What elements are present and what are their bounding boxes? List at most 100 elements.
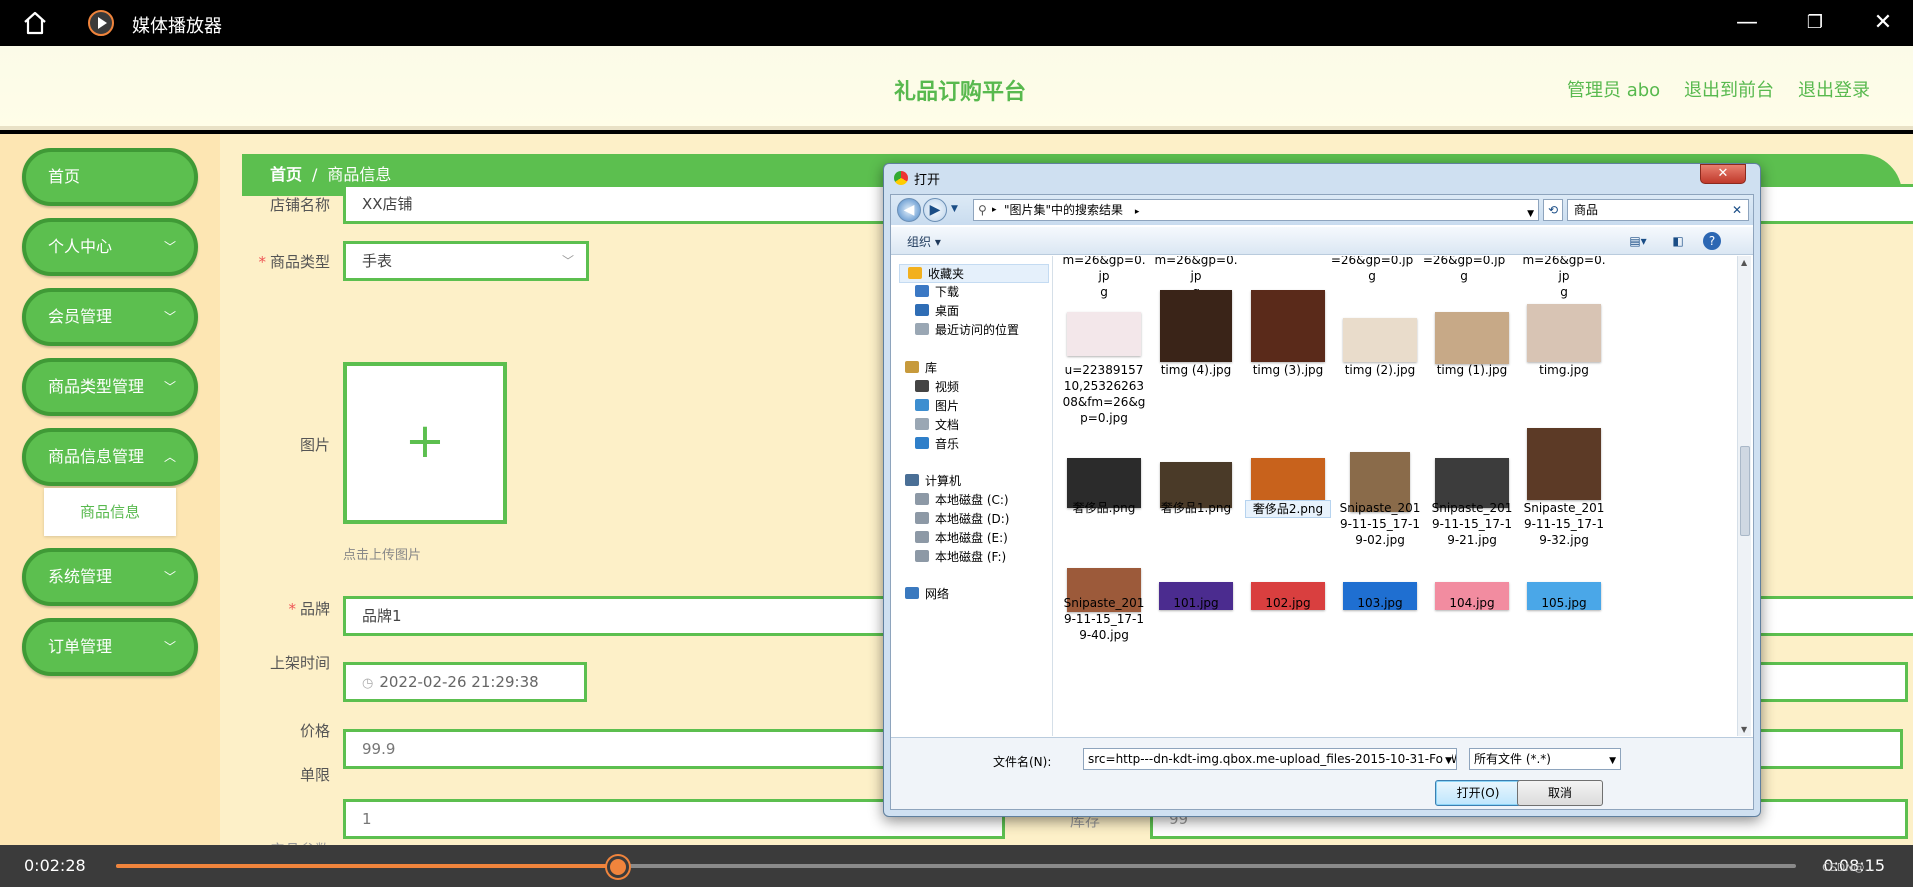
help-icon[interactable]: ? [1703, 232, 1721, 250]
cancel-button[interactable]: 取消 [1517, 780, 1603, 806]
forward-arrow-icon[interactable]: ▶ [923, 198, 947, 222]
file-item-label[interactable]: timg.jpg [1521, 362, 1607, 378]
view-options-icon[interactable]: ▤▾ [1629, 232, 1647, 250]
tree-item[interactable]: 视频 [915, 378, 959, 397]
file-item-label[interactable]: Snipaste_2019-11-15_17-19-40.jpg [1061, 595, 1147, 643]
tree-item[interactable]: 下载 [915, 283, 959, 302]
filetype-select[interactable]: 所有文件 (*.*) ▼ [1469, 748, 1621, 770]
filename-dropdown-icon[interactable]: ▼ [1443, 751, 1452, 769]
disk-icon [915, 550, 929, 562]
file-item-label[interactable]: 奢侈品1.png [1153, 500, 1239, 516]
file-thumbnail[interactable] [1343, 318, 1417, 362]
open-button[interactable]: 打开(O) [1435, 780, 1521, 806]
file-item-label[interactable]: timg (2).jpg [1337, 362, 1423, 378]
tree-item[interactable]: 库 [905, 359, 937, 378]
tree-item-label: 视频 [935, 380, 960, 394]
back-to-front-link[interactable]: 退出到前台 [1684, 76, 1774, 102]
sidebar-item-personal-center[interactable]: 个人中心 ﹀ [22, 218, 198, 276]
product-type-select[interactable]: 手表 ﹀ [343, 241, 589, 281]
file-item-label[interactable]: timg (4).jpg [1153, 362, 1239, 378]
sidebar-item-home[interactable]: 首页 [22, 148, 198, 206]
file-item-label[interactable]: Snipaste_2019-11-15_17-19-32.jpg [1521, 500, 1607, 548]
tree-item[interactable]: 计算机 [905, 472, 961, 491]
file-item-label[interactable]: 102.jpg [1245, 595, 1331, 611]
file-thumbnail[interactable] [1527, 304, 1601, 362]
address-bar[interactable]: ⚲ ▸ "图片集"中的搜索结果 ▸ ▼ [973, 199, 1539, 221]
scrollbar-thumb[interactable] [1740, 446, 1750, 536]
preview-pane-icon[interactable]: ◧ [1669, 232, 1687, 250]
minimize-button[interactable]: — [1732, 8, 1762, 38]
scroll-down-icon[interactable]: ▼ [1741, 725, 1747, 734]
tree-item[interactable]: 图片 [915, 397, 959, 416]
file-thumbnail[interactable] [1527, 428, 1601, 500]
search-input[interactable]: 商品 ✕ [1567, 199, 1749, 221]
file-item-label[interactable]: timg (3).jpg [1245, 362, 1331, 378]
home-icon[interactable] [22, 10, 48, 36]
tree-item[interactable]: 网络 [905, 585, 949, 604]
open-file-dialog: 打开 ✕ ◀ ▶ ▼ ⚲ ▸ "图片集"中的搜索结果 ▸ ▼ ⟲ 商品 ✕ 组织 … [883, 163, 1761, 817]
tree-item[interactable]: 收藏夹 [899, 264, 1049, 283]
history-dropdown-icon[interactable]: ▼ [951, 204, 958, 214]
tree-item[interactable]: 文档 [915, 416, 959, 435]
tree-item[interactable]: 最近访问的位置 [915, 321, 1019, 340]
file-list-scrollbar[interactable]: ▲ ▼ [1737, 256, 1751, 736]
file-item-partial[interactable]: m=26&gp=0.jp g [1521, 256, 1607, 300]
tree-item[interactable]: 本地磁盘 (E:) [915, 529, 1008, 548]
file-list: m=26&gp=0.jp g m=26&gp=0.jp g =26&gp=0.jpg… [1055, 256, 1735, 736]
back-arrow-icon[interactable]: ◀ [897, 198, 921, 222]
seek-bar[interactable] [116, 864, 1796, 868]
file-thumbnail[interactable] [1251, 290, 1325, 362]
file-item-label[interactable]: 奢侈品.png [1061, 500, 1147, 516]
tree-item-label: 库 [925, 361, 938, 375]
shop-name-label: 店铺名称 [269, 196, 330, 214]
image-upload-box[interactable]: + [343, 362, 507, 524]
refresh-icon[interactable]: ⟲ [1543, 199, 1563, 221]
file-item-label[interactable]: 105.jpg [1521, 595, 1607, 611]
sidebar-item-order-management[interactable]: 订单管理 ﹀ [22, 618, 198, 676]
sidebar-item-product-info-management[interactable]: 商品信息管理 ︿ [22, 428, 198, 486]
seek-handle[interactable] [607, 856, 630, 878]
address-dropdown-icon[interactable]: ▼ [1527, 204, 1534, 224]
sidebar-item-label: 会员管理 [48, 307, 113, 326]
filetype-dropdown-icon[interactable]: ▼ [1609, 751, 1616, 771]
filename-input[interactable]: src=http---dn-kdt-img.qbox.me-upload_fil… [1083, 748, 1457, 770]
tree-item[interactable]: 本地磁盘 (F:) [915, 548, 1006, 567]
file-item-partial[interactable]: =26&gp=0.jpg [1329, 256, 1415, 284]
restore-button[interactable]: ❐ [1800, 8, 1830, 38]
tree-item[interactable]: 本地磁盘 (D:) [915, 510, 1009, 529]
file-thumbnail[interactable] [1067, 312, 1141, 356]
tree-item[interactable]: 音乐 [915, 435, 959, 454]
scroll-up-icon[interactable]: ▲ [1741, 258, 1747, 267]
file-item-label[interactable]: 104.jpg [1429, 595, 1515, 611]
brand-title: 礼品订购平台 [894, 80, 1027, 105]
file-item-label[interactable]: Snipaste_2019-11-15_17-19-21.jpg [1429, 500, 1515, 548]
tree-item[interactable]: 本地磁盘 (C:) [915, 491, 1009, 510]
file-thumbnail[interactable] [1435, 312, 1509, 364]
close-button[interactable]: ✕ [1868, 8, 1898, 38]
sidebar-subitem-product-info[interactable]: 商品信息 [44, 488, 176, 536]
sidebar-item-label: 订单管理 [48, 637, 113, 656]
file-item-partial[interactable]: =26&gp=0.jpg [1421, 256, 1507, 284]
dialog-title: 打开 [914, 173, 941, 188]
file-item-label[interactable]: Snipaste_2019-11-15_17-19-02.jpg [1337, 500, 1423, 548]
file-item-label[interactable]: u=2238915710,2532626308&fm=26&gp=0.jpg [1061, 362, 1147, 426]
file-item-label[interactable]: 奢侈品2.png [1245, 500, 1331, 518]
dialog-close-button[interactable]: ✕ [1700, 164, 1746, 184]
listing-time-field[interactable]: ◷ 2022-02-26 21:29:38 [343, 662, 587, 702]
breadcrumb-separator: / [312, 165, 318, 184]
logout-link[interactable]: 退出登录 [1798, 76, 1870, 102]
file-item-label[interactable]: 103.jpg [1337, 595, 1423, 611]
sidebar-item-system-management[interactable]: 系统管理 ﹀ [22, 548, 198, 606]
sidebar-item-product-type-management[interactable]: 商品类型管理 ﹀ [22, 358, 198, 416]
file-item-partial[interactable]: m=26&gp=0.jp g [1061, 256, 1147, 300]
organize-button[interactable]: 组织 ▾ [907, 233, 941, 250]
breadcrumb-home[interactable]: 首页 [270, 165, 302, 184]
file-item-label[interactable]: timg (1).jpg [1429, 362, 1515, 378]
file-thumbnail[interactable] [1160, 290, 1232, 362]
seek-progress [116, 864, 619, 868]
chevron-down-icon: ﹀ [163, 310, 176, 324]
clear-search-icon[interactable]: ✕ [1732, 200, 1742, 220]
tree-item[interactable]: 桌面 [915, 302, 959, 321]
file-item-label[interactable]: 101.jpg [1153, 595, 1239, 611]
sidebar-item-member-management[interactable]: 会员管理 ﹀ [22, 288, 198, 346]
